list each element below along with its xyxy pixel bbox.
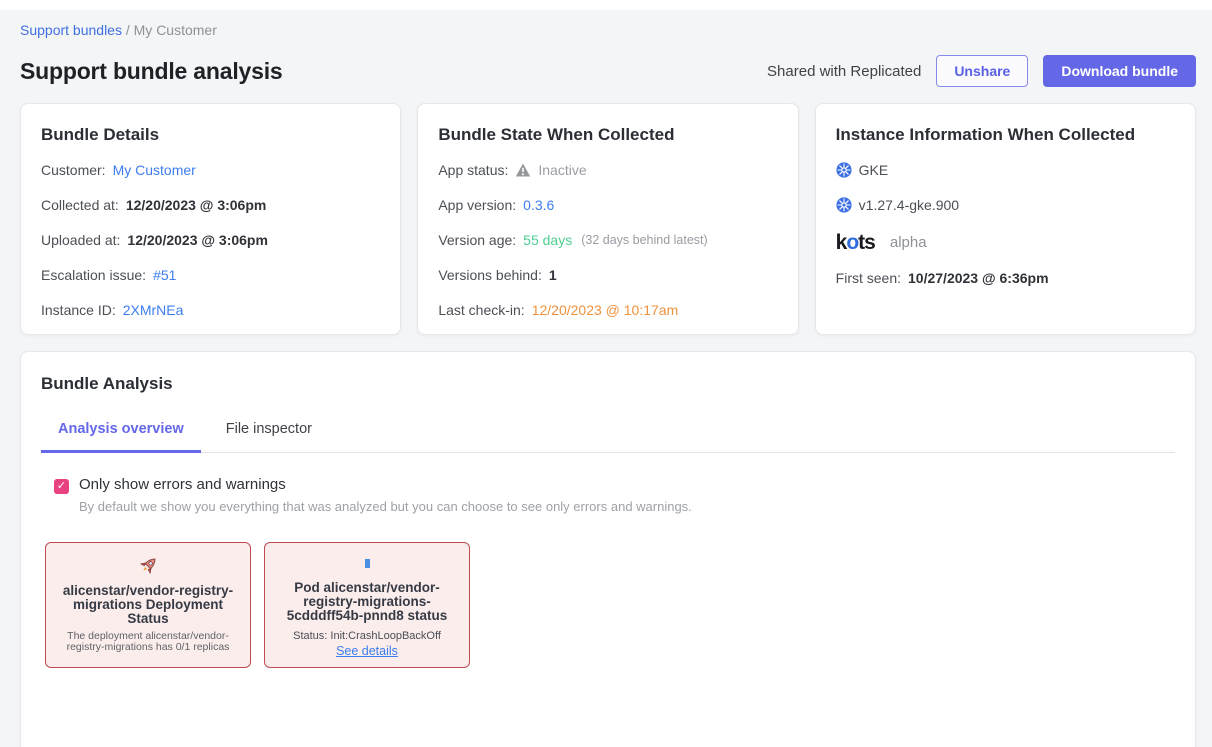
tab-file-inspector[interactable]: File inspector [209,421,329,453]
download-bundle-button[interactable]: Download bundle [1043,55,1196,87]
filter-description: By default we show you everything that w… [79,499,692,514]
pod-status-warning-card: Pod alicenstar/vendor-registry-migration… [264,542,470,668]
last-checkin-label: Last check-in: [438,302,524,318]
unshare-button[interactable]: Unshare [936,55,1028,87]
breadcrumb-support-bundles-link[interactable]: Support bundles [20,22,122,38]
filter-label[interactable]: Only show errors and warnings [79,476,692,493]
uploaded-at-row: Uploaded at: 12/20/2023 @ 3:06pm [41,232,380,248]
header-actions: Shared with Replicated Unshare Download … [767,55,1196,87]
versions-behind-label: Versions behind: [438,267,542,283]
instance-info-title: Instance Information When Collected [836,125,1175,145]
warning-status-text: Status: Init:CrashLoopBackOff [293,630,441,642]
analysis-tabs: Analysis overview File inspector [41,421,1175,453]
customer-label: Customer: [41,162,106,178]
last-checkin-row: Last check-in: 12/20/2023 @ 10:17am [438,302,777,318]
first-seen-value: 10/27/2023 @ 6:36pm [908,270,1049,286]
uploaded-at-label: Uploaded at: [41,232,120,248]
rocket-icon [138,552,159,578]
k8s-version-value: v1.27.4-gke.900 [859,197,959,213]
bundle-state-title: Bundle State When Collected [438,125,777,145]
collected-at-row: Collected at: 12/20/2023 @ 3:06pm [41,197,380,213]
app-version-row: App version: 0.3.6 [438,197,777,213]
kubernetes-icon [836,162,852,178]
app-version-label: App version: [438,197,516,213]
errors-warnings-filter: ✓ Only show errors and warnings By defau… [41,476,1175,514]
bundle-analysis-card: Bundle Analysis Analysis overview File i… [20,351,1196,747]
instance-id-label: Instance ID: [41,302,116,318]
app-version-link[interactable]: 0.3.6 [523,197,554,213]
summary-cards-row: Bundle Details Customer: My Customer Col… [20,103,1196,335]
version-age-value: 55 days [523,232,572,248]
kots-row: kots alpha [836,232,1175,253]
app-status-label: App status: [438,162,508,178]
see-details-link[interactable]: See details [336,644,398,658]
warning-title: alicenstar/vendor-registry-migrations De… [58,584,238,626]
analysis-warnings-row: alicenstar/vendor-registry-migrations De… [41,542,1175,668]
page-title: Support bundle analysis [20,58,283,85]
collected-at-value: 12/20/2023 @ 3:06pm [126,197,267,213]
breadcrumb: Support bundles / My Customer [20,22,1192,38]
escalation-issue-label: Escalation issue: [41,267,146,283]
filter-text-block: Only show errors and warnings By default… [79,476,692,514]
customer-link[interactable]: My Customer [113,162,196,178]
collected-at-label: Collected at: [41,197,119,213]
app-status-row: App status: Inactive [438,162,777,178]
warning-title: Pod alicenstar/vendor-registry-migration… [277,581,457,623]
bundle-details-card: Bundle Details Customer: My Customer Col… [20,103,401,335]
app-status-value: Inactive [538,162,586,178]
bundle-state-card: Bundle State When Collected App status: … [417,103,798,335]
version-age-note: (32 days behind latest) [581,233,707,247]
distribution-row: GKE [836,162,1175,178]
bundle-analysis-title: Bundle Analysis [41,374,1175,394]
only-errors-checkbox[interactable]: ✓ [54,479,69,494]
breadcrumb-current: My Customer [134,22,217,38]
instance-info-card: Instance Information When Collected [815,103,1196,335]
first-seen-label: First seen: [836,270,901,286]
kots-logo: kots [836,232,875,253]
tab-analysis-overview[interactable]: Analysis overview [41,421,201,453]
version-age-label: Version age: [438,232,516,248]
top-white-strip [0,0,1212,10]
version-age-row: Version age: 55 days (32 days behind lat… [438,232,777,248]
bundle-details-title: Bundle Details [41,125,380,145]
warning-message: The deployment alicenstar/vendor-registr… [58,631,238,653]
kots-logo-o: o [846,231,858,254]
distribution-value: GKE [859,162,889,178]
shared-status-text: Shared with Replicated [767,63,921,80]
escalation-issue-link[interactable]: #51 [153,267,176,283]
last-checkin-value: 12/20/2023 @ 10:17am [532,302,679,318]
breadcrumb-separator: / [126,22,134,38]
instance-id-row: Instance ID: 2XMrNEa [41,302,380,318]
pod-icon [365,552,370,575]
deployment-status-warning-card: alicenstar/vendor-registry-migrations De… [45,542,251,668]
customer-row: Customer: My Customer [41,162,380,178]
warning-triangle-icon [515,162,531,178]
kots-channel: alpha [890,234,927,251]
versions-behind-value: 1 [549,267,557,283]
uploaded-at-value: 12/20/2023 @ 3:06pm [127,232,268,248]
first-seen-row: First seen: 10/27/2023 @ 6:36pm [836,270,1175,286]
kubernetes-icon [836,197,852,213]
page-header: Support bundle analysis Shared with Repl… [20,55,1196,87]
instance-id-link[interactable]: 2XMrNEa [123,302,184,318]
escalation-issue-row: Escalation issue: #51 [41,267,380,283]
k8s-version-row: v1.27.4-gke.900 [836,197,1175,213]
versions-behind-row: Versions behind: 1 [438,267,777,283]
